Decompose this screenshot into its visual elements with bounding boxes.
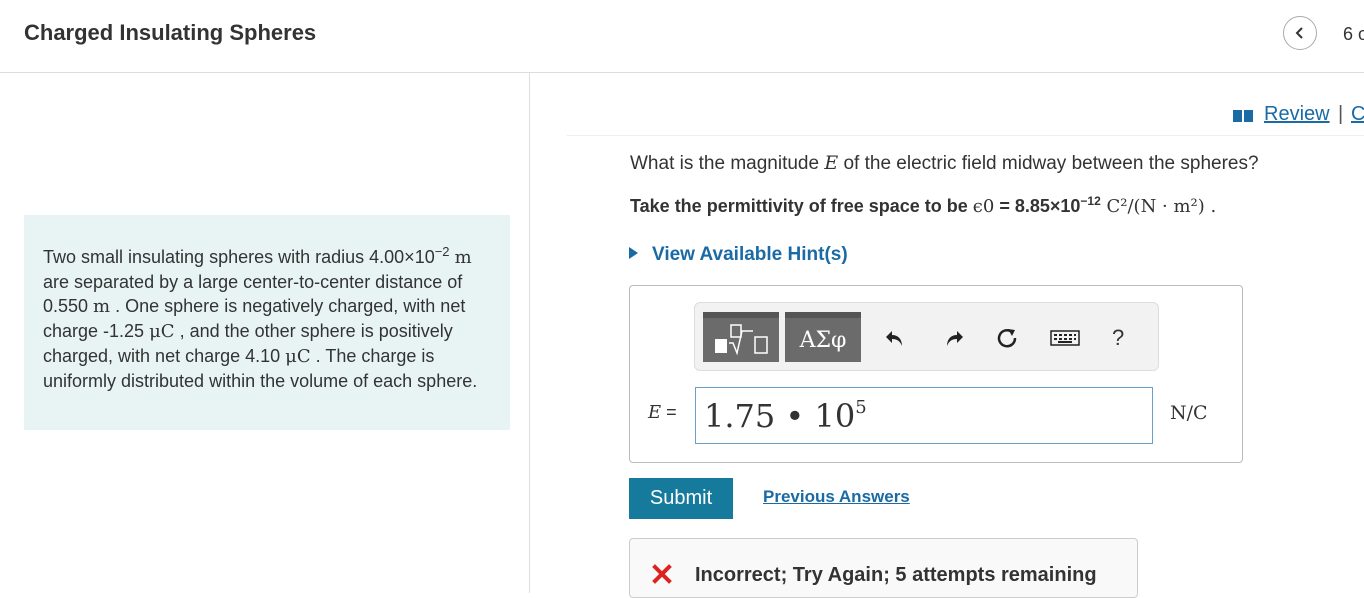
question-text: What is the magnitude E of the electric … bbox=[630, 152, 1259, 175]
page-count: 6 o bbox=[1343, 24, 1364, 44]
book-icon bbox=[1233, 110, 1253, 122]
unit-meter: m bbox=[454, 247, 472, 268]
chevron-left-icon bbox=[1295, 27, 1303, 39]
answer-exponent: 5 bbox=[855, 397, 867, 418]
review-link[interactable]: Review bbox=[1264, 103, 1330, 126]
permittivity-value: = 8.85×10 bbox=[994, 196, 1081, 216]
problem-statement: Two small insulating spheres with radius… bbox=[24, 215, 510, 430]
equals-sign: = bbox=[661, 402, 677, 422]
link-separator: | bbox=[1338, 103, 1344, 125]
answer-variable: E bbox=[648, 402, 662, 423]
unit-meter: m bbox=[93, 296, 111, 317]
redo-icon bbox=[947, 331, 963, 346]
reset-icon bbox=[997, 329, 1017, 348]
undo-icon bbox=[886, 331, 902, 346]
triangle-right-icon bbox=[629, 246, 638, 259]
review-bar: Review | C bbox=[567, 99, 1364, 136]
radius-exponent: −2 bbox=[434, 244, 450, 259]
error-x-icon bbox=[652, 564, 672, 584]
submit-button[interactable]: Submit bbox=[629, 478, 733, 519]
templates-icon bbox=[715, 324, 768, 356]
help-button[interactable]: ? bbox=[1112, 325, 1124, 351]
problem-text: Two small insulating spheres with radius… bbox=[43, 247, 435, 267]
keyboard-button[interactable] bbox=[1049, 325, 1081, 351]
view-hints-toggle[interactable]: View Available Hint(s) bbox=[629, 244, 848, 266]
permittivity-unit: C²/(N · m²) . bbox=[1100, 196, 1217, 217]
epsilon-symbol: ϵ0 bbox=[972, 196, 995, 217]
answer-variable-label: E = bbox=[648, 402, 677, 423]
previous-item-button[interactable] bbox=[1283, 16, 1317, 50]
math-toolbar: ΑΣφ ? bbox=[694, 302, 1159, 371]
keyboard-icon bbox=[1050, 330, 1080, 346]
answer-unit: N/C bbox=[1170, 402, 1208, 424]
permittivity-text: Take the permittivity of free space to b… bbox=[630, 194, 1216, 217]
hint-label: View Available Hint(s) bbox=[652, 244, 848, 265]
undo-button[interactable] bbox=[882, 325, 908, 351]
variable-e: E bbox=[824, 152, 839, 174]
constants-link[interactable]: C bbox=[1351, 103, 1364, 126]
header-bar: Charged Insulating Spheres 6 o bbox=[0, 0, 1364, 73]
permittivity-exponent: −12 bbox=[1080, 194, 1101, 208]
feedback-message: Incorrect; Try Again; 5 attempts remaini… bbox=[695, 564, 1097, 586]
question-part: of the electric field midway between the… bbox=[838, 153, 1259, 174]
page-title: Charged Insulating Spheres bbox=[24, 20, 317, 45]
previous-answers-link[interactable]: Previous Answers bbox=[763, 487, 910, 507]
permittivity-part: Take the permittivity of free space to b… bbox=[630, 196, 973, 216]
templates-button[interactable] bbox=[703, 312, 779, 362]
question-part: What is the magnitude bbox=[630, 153, 825, 174]
column-divider bbox=[529, 73, 530, 593]
reset-button[interactable] bbox=[994, 325, 1020, 351]
unit-microcoulomb: μC bbox=[285, 346, 311, 367]
answer-value: 1.75 • 10 bbox=[704, 397, 856, 435]
feedback-panel: Incorrect; Try Again; 5 attempts remaini… bbox=[629, 538, 1138, 598]
redo-button[interactable] bbox=[941, 325, 967, 351]
greek-symbols-button[interactable]: ΑΣφ bbox=[785, 312, 861, 362]
unit-microcoulomb: μC bbox=[149, 321, 175, 342]
answer-input[interactable]: 1.75 • 105 bbox=[695, 387, 1153, 444]
